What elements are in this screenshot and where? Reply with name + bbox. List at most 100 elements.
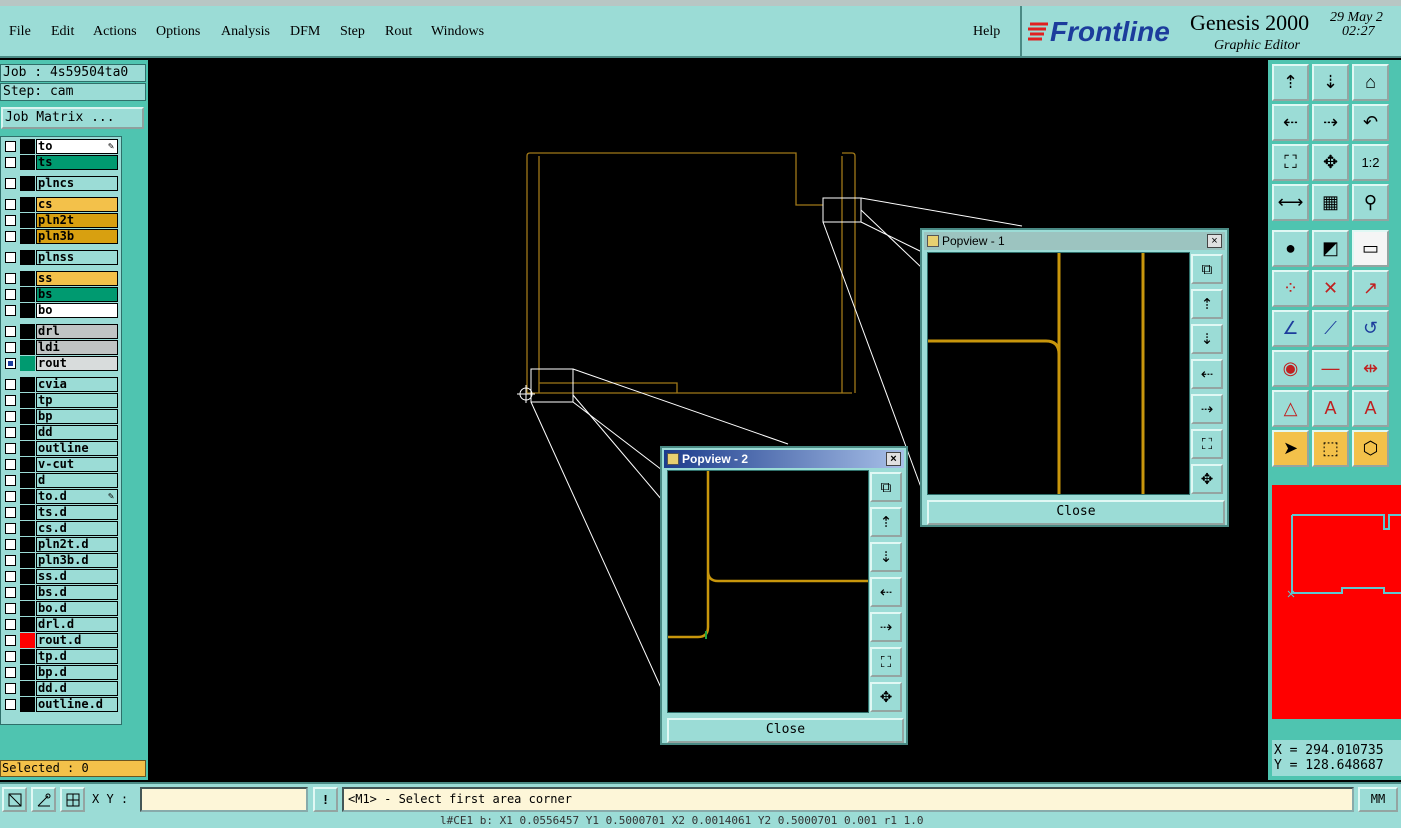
layer-row-tp[interactable]: tp	[1, 393, 119, 408]
move-down-icon[interactable]: ⇣	[1312, 64, 1349, 101]
measure-icon[interactable]: ⟷	[1272, 184, 1309, 221]
layer-checkbox[interactable]	[5, 273, 16, 284]
layer-checkbox[interactable]	[5, 507, 16, 518]
pv-up-icon[interactable]: ⇡	[1191, 289, 1223, 319]
text-b-icon[interactable]: A	[1312, 390, 1349, 427]
area-select-button[interactable]	[2, 787, 27, 812]
layer-row-pln2t-d[interactable]: pln2t.d	[1, 537, 119, 552]
layer-row-pln3b[interactable]: pln3b	[1, 229, 119, 244]
layer-row-to-d[interactable]: to.d ✎	[1, 489, 119, 504]
layer-name[interactable]: bs	[36, 287, 118, 302]
popview-1-close-button[interactable]: Close	[927, 500, 1225, 525]
layer-checkbox[interactable]	[5, 305, 16, 316]
layer-checkbox[interactable]	[5, 427, 16, 438]
layer-name[interactable]: outline	[36, 441, 118, 456]
layer-checkbox[interactable]	[5, 141, 16, 152]
layer-color-swatch[interactable]	[20, 356, 35, 371]
layer-name[interactable]: drl	[36, 324, 118, 339]
layer-name[interactable]: ldi	[36, 340, 118, 355]
line-edit-icon[interactable]: ⟋	[1312, 310, 1349, 347]
layer-name[interactable]: to.d ✎	[36, 489, 118, 504]
layer-checkbox[interactable]	[5, 231, 16, 242]
layer-name[interactable]: bo.d	[36, 601, 118, 616]
layer-checkbox[interactable]	[5, 635, 16, 646]
drill-hit-icon[interactable]: ●	[1272, 230, 1309, 267]
menu-help[interactable]: Help	[973, 24, 1000, 40]
layer-color-swatch[interactable]	[20, 155, 35, 170]
layer-name[interactable]: v-cut	[36, 457, 118, 472]
layer-row-rout-d[interactable]: rout.d	[1, 633, 119, 648]
layer-color-swatch[interactable]	[20, 324, 35, 339]
layer-color-swatch[interactable]	[20, 409, 35, 424]
layer-row-bp-d[interactable]: bp.d	[1, 665, 119, 680]
popview-2-close-button[interactable]: Close	[667, 718, 904, 743]
layer-row-ts-d[interactable]: ts.d	[1, 505, 119, 520]
nodes-icon[interactable]: ⁘	[1272, 270, 1309, 307]
layer-name[interactable]: tp.d	[36, 649, 118, 664]
layer-row-pln2t[interactable]: pln2t	[1, 213, 119, 228]
layer-checkbox[interactable]	[5, 571, 16, 582]
layer-color-swatch[interactable]	[20, 340, 35, 355]
layer-color-swatch[interactable]	[20, 229, 35, 244]
menu-rout[interactable]: Rout	[385, 24, 412, 40]
layer-color-swatch[interactable]	[20, 287, 35, 302]
snap-icon[interactable]: ⚲	[1352, 184, 1389, 221]
layer-name[interactable]: outline.d	[36, 697, 118, 712]
menu-windows[interactable]: Windows	[431, 24, 484, 40]
layer-row-cvia[interactable]: cvia	[1, 377, 119, 392]
layer-color-swatch[interactable]	[20, 377, 35, 392]
layer-checkbox[interactable]	[5, 539, 16, 550]
pad-add-icon[interactable]: ◉	[1272, 350, 1309, 387]
popview-2-canvas[interactable]	[667, 470, 869, 713]
layer-checkbox[interactable]	[5, 395, 16, 406]
pv-right-icon[interactable]: ⇢	[1191, 394, 1223, 424]
layer-color-swatch[interactable]	[20, 569, 35, 584]
layer-checkbox[interactable]	[5, 651, 16, 662]
layer-row-v-cut[interactable]: v-cut	[1, 457, 119, 472]
layer-color-swatch[interactable]	[20, 521, 35, 536]
one-to-two-icon[interactable]: 1:2	[1352, 144, 1389, 181]
layer-name[interactable]: ts.d	[36, 505, 118, 520]
select-poly-icon[interactable]: ⬡	[1352, 430, 1389, 467]
layer-color-swatch[interactable]	[20, 505, 35, 520]
layer-color-swatch[interactable]	[20, 441, 35, 456]
layer-color-swatch[interactable]	[20, 601, 35, 616]
layer-row-bp[interactable]: bp	[1, 409, 119, 424]
layer-color-swatch[interactable]	[20, 697, 35, 712]
layer-checkbox[interactable]	[5, 342, 16, 353]
units-button[interactable]: MM	[1358, 787, 1398, 812]
layer-row-bs[interactable]: bs	[1, 287, 119, 302]
layer-row-ts[interactable]: ts	[1, 155, 119, 170]
pan-right-icon[interactable]: ⇢	[1312, 104, 1349, 141]
measure-button[interactable]	[31, 787, 56, 812]
menu-step[interactable]: Step	[340, 24, 365, 40]
arc-icon[interactable]: ↺	[1352, 310, 1389, 347]
popview-2-close-icon[interactable]: ×	[886, 452, 901, 466]
popview-1-close-icon[interactable]: ×	[1207, 234, 1222, 248]
layer-checkbox[interactable]	[5, 199, 16, 210]
pv-fit-icon[interactable]: ⛶	[870, 647, 902, 677]
job-matrix-button[interactable]: Job Matrix ...	[1, 107, 144, 129]
window-menu-icon[interactable]	[927, 235, 939, 247]
layer-checkbox[interactable]	[5, 443, 16, 454]
pv-center-icon[interactable]: ✥	[870, 682, 902, 712]
layer-checkbox[interactable]	[5, 587, 16, 598]
layer-color-swatch[interactable]	[20, 633, 35, 648]
popview-1-canvas[interactable]	[927, 252, 1190, 495]
menu-dfm[interactable]: DFM	[290, 24, 320, 40]
layer-checkbox[interactable]	[5, 683, 16, 694]
layer-row-ldi[interactable]: ldi	[1, 340, 119, 355]
select-box-icon[interactable]: ⬚	[1312, 430, 1349, 467]
layer-color-swatch[interactable]	[20, 473, 35, 488]
layer-name[interactable]: ss.d	[36, 569, 118, 584]
layer-checkbox[interactable]	[5, 358, 16, 369]
layer-name[interactable]: bs.d	[36, 585, 118, 600]
pv-left-icon[interactable]: ⇠	[1191, 359, 1223, 389]
layer-name[interactable]: d	[36, 473, 118, 488]
overview-minimap[interactable]	[1272, 485, 1401, 719]
layer-checkbox[interactable]	[5, 491, 16, 502]
layer-row-dd-d[interactable]: dd.d	[1, 681, 119, 696]
connect-icon[interactable]: ↗	[1352, 270, 1389, 307]
layer-checkbox[interactable]	[5, 523, 16, 534]
layer-row-plnss[interactable]: plnss	[1, 250, 119, 265]
